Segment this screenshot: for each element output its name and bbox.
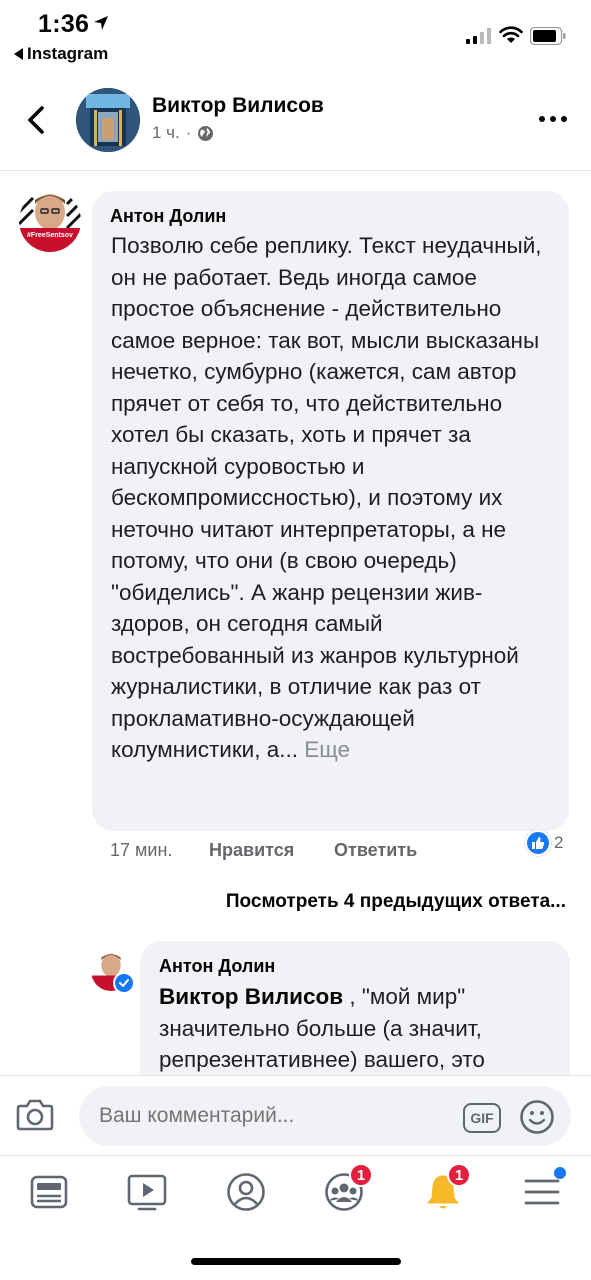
back-app-label: Instagram [27,44,109,63]
view-previous-replies-link[interactable]: Посмотреть 4 предыдущих ответа... [0,891,566,913]
battery-icon [530,27,566,45]
comment-time: 17 мин. [110,840,173,860]
reply-text: Виктор Вилисов , "мой мир" значительно б… [159,981,559,1076]
commenter-avatar[interactable]: #FreeSentsov [19,190,81,252]
notifications-badge: 1 [447,1163,471,1187]
commenter-avatar-image: #FreeSentsov [19,190,81,252]
more-options-icon[interactable] [538,114,568,124]
comment-body: Позволю себе реплику. Текст неудачный, о… [111,233,542,762]
emoji-icon[interactable] [519,1099,555,1135]
profile-icon[interactable] [224,1170,268,1214]
author-avatar-image [76,88,140,152]
status-time: 1:36 [38,10,90,38]
reply-mention[interactable]: Виктор Вилисов [159,984,343,1009]
reply-button[interactable]: Ответить [334,840,417,861]
like-button[interactable]: Нравится [209,840,294,861]
checkmark-icon [119,979,129,987]
cellular-signal-icon [466,28,491,44]
news-feed-icon[interactable] [27,1170,71,1214]
back-to-app-link[interactable]: Instagram [14,44,108,64]
reaction-count: 2 [554,833,564,852]
post-meta: 1 ч. · [152,123,214,143]
author-avatar[interactable] [76,88,140,152]
comment-text: Позволю себе реплику. Текст неудачный, о… [111,230,556,766]
watch-icon[interactable] [125,1170,169,1214]
wifi-icon [499,26,523,43]
camera-icon[interactable] [16,1098,54,1132]
post-time: 1 ч. [152,123,180,142]
meta-separator: · [185,123,192,142]
reply-author[interactable]: Антон Долин [159,956,275,977]
verified-badge [113,972,135,994]
avatar-hashtag: #FreeSentsov [27,232,73,239]
comment-input-box[interactable]: GIF [79,1086,571,1146]
home-indicator[interactable] [191,1258,401,1265]
location-arrow-icon [94,16,108,30]
see-more-link[interactable]: Еще [304,737,350,762]
status-bar: 1:36 Instagram [0,0,591,76]
comment-composer: GIF [0,1075,591,1155]
comment-input[interactable] [99,1104,439,1128]
post-header: Виктор Вилисов 1 ч. · [0,76,591,171]
gif-button[interactable]: GIF [463,1103,501,1133]
like-reaction-icon [525,830,551,856]
comment-author[interactable]: Антон Долин [110,206,226,227]
comment-bubble[interactable]: Антон Долин Позволю себе реплику. Текст … [92,191,569,831]
reaction-summary[interactable]: 2 [525,830,563,856]
back-chevron-icon[interactable] [22,102,52,138]
author-name[interactable]: Виктор Вилисов [152,94,324,118]
globe-icon [198,125,214,141]
menu-update-dot [554,1167,566,1179]
groups-badge: 1 [349,1163,373,1187]
back-triangle-icon [14,48,23,60]
